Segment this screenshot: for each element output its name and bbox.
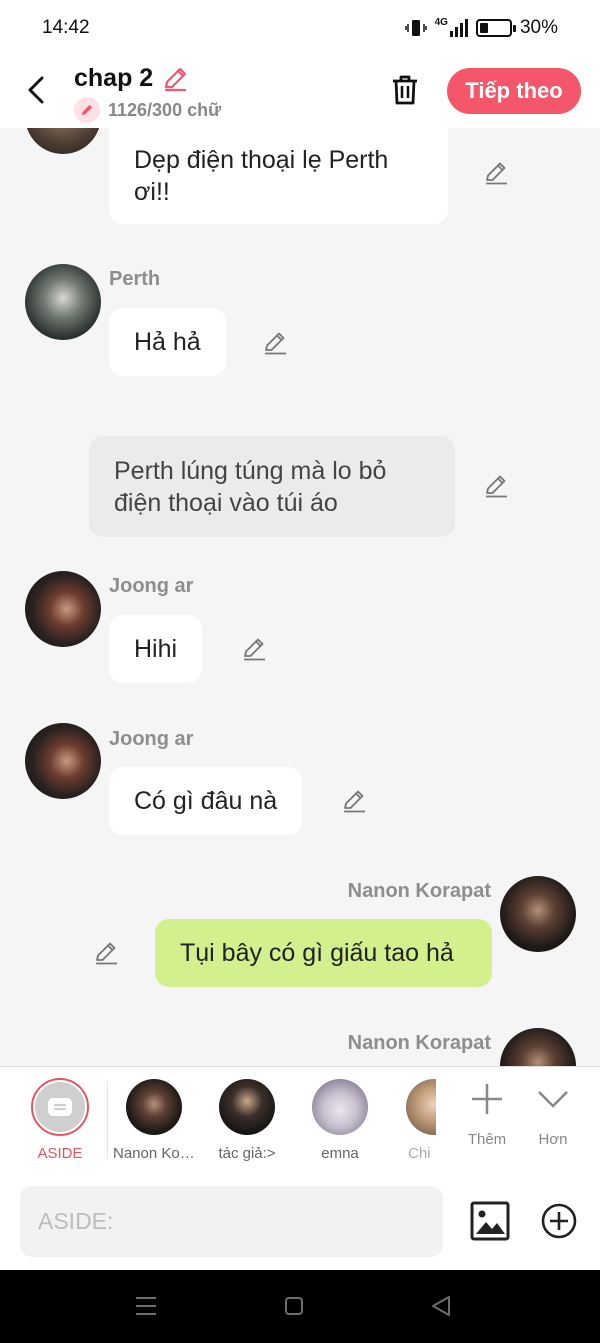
character-label: emna [321, 1145, 359, 1162]
message-input[interactable] [20, 1186, 443, 1257]
character-emna[interactable]: emna [293, 1067, 387, 1162]
avatar[interactable] [25, 264, 101, 340]
network-type: 4G [434, 16, 448, 28]
edit-message-icon[interactable] [241, 636, 267, 662]
battery-level [479, 22, 489, 33]
character-label: ASIDE [37, 1145, 83, 1162]
message-bubble[interactable]: Hihi [109, 615, 203, 683]
character-author[interactable]: tác giả:> [200, 1067, 294, 1162]
character-label: Chi [408, 1145, 431, 1162]
status-icons: 4G 30% [404, 16, 558, 39]
chat-area[interactable]: Dẹp điện thoại lẹ Perth ơi!! Perth Hả hả… [0, 128, 600, 1066]
back-icon[interactable] [430, 1295, 452, 1317]
avatar[interactable] [500, 1028, 576, 1066]
edit-message-icon[interactable] [262, 330, 288, 356]
message-bubble[interactable]: Tụi bây có gì giấu tao hả [155, 919, 492, 987]
sender-name: Nanon Korapat [347, 880, 491, 902]
battery-percent: 30% [519, 16, 558, 38]
title-block: chap 2 1126/300 chữ [74, 64, 221, 123]
status-bar: 14:42 4G 30% [0, 0, 600, 55]
trash-icon[interactable] [386, 71, 424, 109]
edit-message-icon[interactable] [483, 473, 509, 499]
character-nanon[interactable]: Nanon Korapat [107, 1067, 201, 1162]
message-line: Dẹp điện thoại lẹ Perth [134, 146, 389, 174]
system-nav-bar [0, 1270, 600, 1343]
character-label: Nanon Korapat [113, 1145, 201, 1162]
chapter-title[interactable]: chap 2 [74, 64, 153, 93]
message-text: Hihi [134, 635, 178, 663]
vibrate-icon [404, 19, 427, 36]
edit-message-icon[interactable] [93, 940, 119, 966]
battery-icon [475, 18, 516, 37]
message-bubble[interactable]: Có gì đâu nà [109, 767, 303, 835]
back-arrow-icon[interactable] [22, 73, 52, 107]
edit-message-icon[interactable] [483, 160, 509, 186]
next-button[interactable]: Tiếp theo [447, 68, 581, 114]
avatar[interactable] [25, 723, 101, 799]
more-button[interactable]: Hơn [506, 1067, 600, 1148]
aside-icon [48, 1098, 72, 1116]
message-bubble[interactable]: Dẹp điện thoại lẹ Perth ơi!! [109, 128, 448, 224]
character-aside[interactable]: ASIDE [13, 1067, 107, 1162]
plus-icon [472, 1084, 502, 1114]
message-line: ơi!! [134, 178, 170, 206]
word-count: 1126/300 chữ [108, 99, 222, 120]
chevron-down-icon [538, 1091, 568, 1108]
avatar [126, 1079, 182, 1135]
sender-name: Joong ar [109, 575, 194, 597]
composer [0, 1174, 600, 1270]
character-bar: ASIDE Nanon Korapat tác giả:> emna Chi T… [0, 1066, 600, 1174]
avatar[interactable] [500, 876, 576, 952]
message-text: Có gì đâu nà [134, 787, 278, 815]
more-label: Hơn [538, 1131, 568, 1148]
message-bubble[interactable]: Hả hả [109, 308, 226, 376]
sender-name: Nanon Korapat [347, 1032, 491, 1054]
aside-line: điện thoại vào túi áo [114, 488, 338, 517]
character-label: tác giả:> [218, 1145, 276, 1162]
avatar [312, 1079, 368, 1135]
menu-icon[interactable] [134, 1295, 158, 1317]
clock: 14:42 [42, 16, 90, 38]
pencil-badge-icon [74, 97, 100, 123]
signal-icon [449, 18, 468, 37]
avatar [406, 1079, 436, 1135]
image-icon[interactable] [470, 1201, 510, 1241]
avatar[interactable] [25, 128, 101, 154]
sender-name: Perth [109, 268, 161, 290]
header: chap 2 1126/300 chữ Tiếp theo [0, 55, 600, 128]
aside-bubble[interactable]: Perth lúng túng mà lo bỏ điện thoại vào … [89, 436, 455, 537]
edit-title-icon[interactable] [161, 65, 189, 93]
avatar[interactable] [25, 571, 101, 647]
character-chi[interactable]: Chi [386, 1067, 436, 1162]
message-text: Tụi bây có gì giấu tao hả [180, 939, 454, 967]
avatar [219, 1079, 275, 1135]
aside-line: Perth lúng túng mà lo bỏ [114, 456, 387, 485]
message-text: Hả hả [134, 328, 201, 356]
sender-name: Joong ar [109, 728, 194, 750]
edit-message-icon[interactable] [341, 788, 367, 814]
home-icon[interactable] [284, 1296, 304, 1316]
add-circle-icon[interactable] [540, 1202, 578, 1240]
